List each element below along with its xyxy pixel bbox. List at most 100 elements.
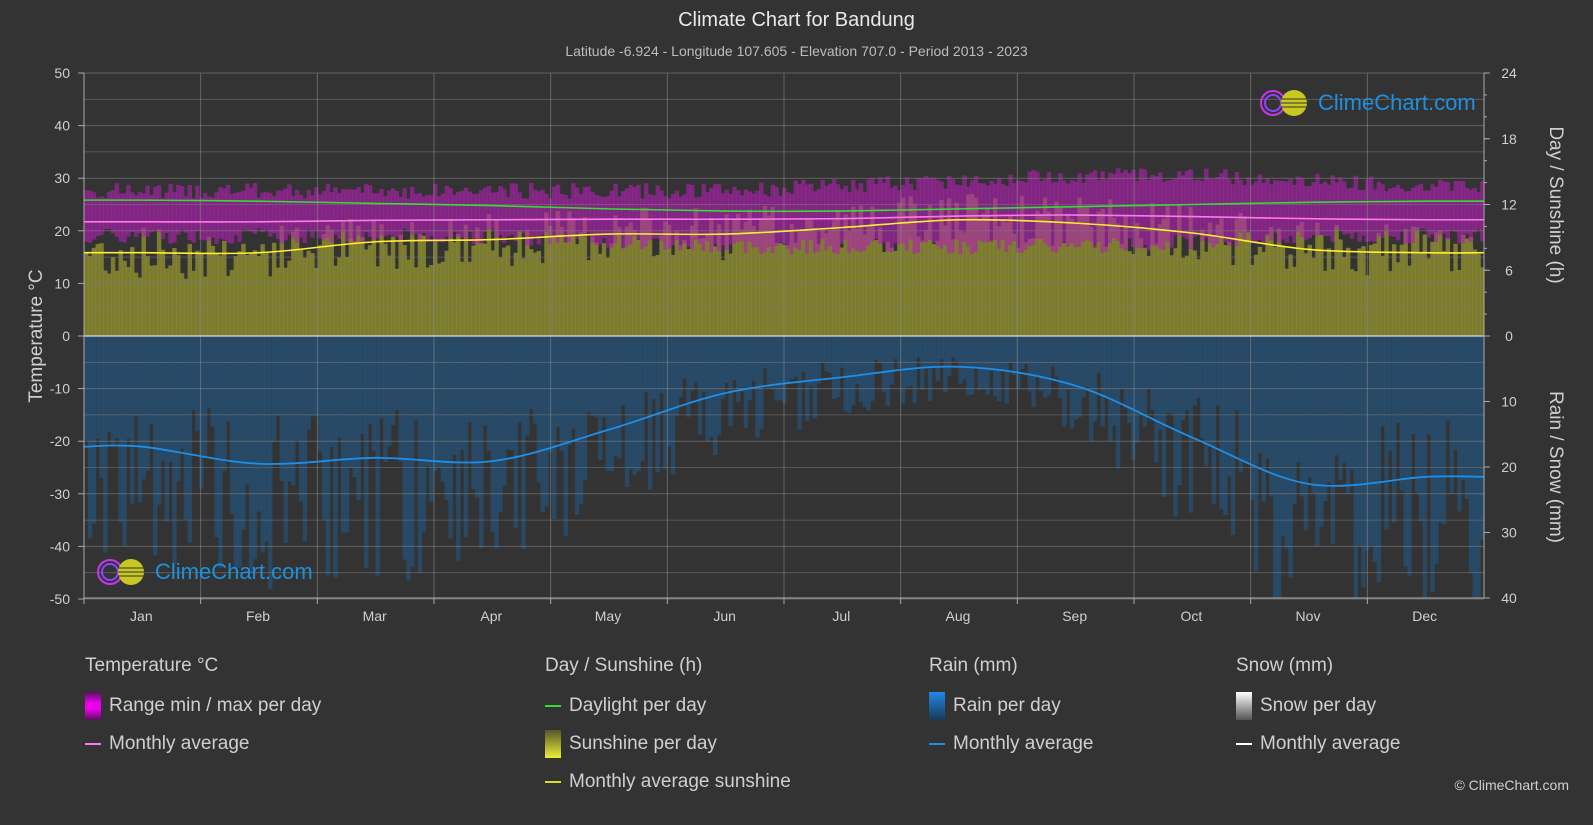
temp-range-day-bar [107, 191, 112, 229]
logo-top[interactable]: ClimeChart.com [1258, 88, 1476, 118]
logo-bottom[interactable]: ClimeChart.com [95, 557, 313, 587]
sunshine-day-bar [429, 265, 434, 336]
rain-day-bar [1361, 336, 1366, 588]
temp-range-day-bar [1204, 168, 1209, 238]
rain-day-bar [1019, 336, 1025, 370]
temp-range-day-bar [521, 198, 526, 234]
sunshine-day-bar [176, 255, 181, 336]
sunshine-day-bar [502, 247, 507, 336]
rain-day-bar [943, 336, 948, 393]
rain-day-bar [839, 336, 845, 368]
sunshine-day-bar [1273, 247, 1278, 336]
rain-day-bar [785, 336, 791, 383]
right-axis-title-sunshine: Day / Sunshine (h) [1545, 126, 1566, 284]
temp-range-day-bar [851, 180, 856, 249]
sunshine-day-bar [551, 236, 557, 336]
sunshine-day-bar [1353, 271, 1359, 336]
rain-day-bar [199, 336, 204, 489]
rain-day-bar [494, 336, 499, 549]
rain-day-bar [248, 336, 254, 574]
sunshine-day-bar [1223, 245, 1228, 336]
sunshine-day-bar [1104, 246, 1109, 336]
rain-day-bar [394, 336, 400, 411]
temp-range-day-bar [854, 189, 860, 251]
temp-range-day-bar [743, 189, 749, 253]
sunshine-day-bar [260, 244, 265, 336]
sunshine-day-bar [739, 229, 745, 336]
temp-range-day-bar [1395, 184, 1401, 241]
sunshine-day-bar [195, 250, 200, 336]
sunshine-day-bar [103, 270, 108, 336]
temp-range-day-bar [904, 177, 910, 251]
copyright: © ClimeChart.com [1454, 777, 1569, 793]
sunshine-day-bar [1395, 262, 1401, 336]
rain-day-bar [168, 336, 173, 463]
rain-day-bar [870, 336, 875, 401]
rain-day-bar [916, 336, 921, 358]
sunshine-day-bar [233, 256, 239, 336]
temp-range-day-bar [241, 190, 246, 230]
rain-day-bar [183, 336, 189, 521]
sunshine-day-bar [206, 236, 212, 336]
temp-range-day-bar [977, 183, 983, 241]
sunshine-day-bar [321, 234, 327, 336]
rain-day-bar [632, 336, 637, 475]
legend-item-sunshine: Sunshine per day [545, 730, 791, 758]
month-label: Nov [1296, 608, 1321, 624]
sunshine-day-bar [1403, 228, 1408, 336]
temp-range-day-bar [1154, 176, 1159, 247]
rain-day-bar [690, 336, 695, 391]
rain-day-bar [1023, 336, 1029, 365]
temp-range-day-bar [1384, 191, 1389, 232]
rain-day-bar [149, 336, 154, 424]
rain-day-bar [1238, 336, 1243, 473]
temp-range-day-bar [1288, 179, 1293, 237]
rain-day-bar [532, 336, 538, 424]
rain-day-bar [528, 336, 534, 409]
temp-range-day-bar [1177, 171, 1182, 236]
sunshine-day-bar [1349, 269, 1355, 336]
temp-range-day-bar [1380, 184, 1385, 238]
temp-range-day-bar [839, 189, 845, 244]
rain-day-bar [601, 336, 607, 418]
rain-day-bar [1276, 336, 1282, 598]
temp-range-day-bar [248, 187, 254, 232]
temp-range-day-bar [555, 184, 561, 244]
sunshine-day-bar [314, 267, 319, 336]
temp-range-day-bar [287, 184, 292, 235]
sunshine-day-bar [375, 266, 380, 336]
temp-range-day-bar [1391, 187, 1397, 237]
sunshine-day-bar [1476, 253, 1481, 336]
rain-day-bar [1180, 336, 1186, 421]
temp-range-day-bar [1119, 172, 1125, 249]
left-tick-label: 40 [54, 118, 70, 134]
temp-range-day-bar [103, 197, 108, 230]
rain-day-bar [996, 336, 1002, 402]
temp-range-day-bar [325, 183, 331, 238]
rain-day-bar [456, 336, 461, 561]
sunshine-day-bar [820, 228, 825, 336]
rain-day-bar [835, 336, 841, 398]
sunshine-day-bar [1311, 258, 1316, 336]
sunshine-day-bar [1184, 255, 1190, 336]
rain-day-bar [709, 336, 714, 437]
temp-range-day-bar [413, 193, 419, 235]
legend-item-rain-avg: Monthly average [929, 731, 1093, 757]
rain-day-bar [920, 336, 925, 390]
temp-range-day-bar [1368, 176, 1374, 242]
rain-day-bar [908, 336, 914, 386]
rain-day-bar [881, 336, 887, 393]
temp-range-day-bar [440, 193, 446, 243]
sunshine-day-bar [532, 252, 538, 336]
temp-range-day-bar [885, 176, 891, 251]
temp-range-day-bar [1165, 180, 1171, 242]
sunshine-day-bar [229, 269, 235, 336]
rain-day-bar [187, 336, 192, 543]
rain-day-bar [333, 336, 338, 578]
rain-day-bar [114, 336, 120, 439]
temp-range-day-bar [617, 196, 622, 236]
rain-day-bar [202, 336, 208, 458]
temp-range-day-bar [1472, 188, 1477, 233]
temp-range-day-bar [187, 184, 192, 241]
rain-day-bar [1407, 336, 1412, 576]
